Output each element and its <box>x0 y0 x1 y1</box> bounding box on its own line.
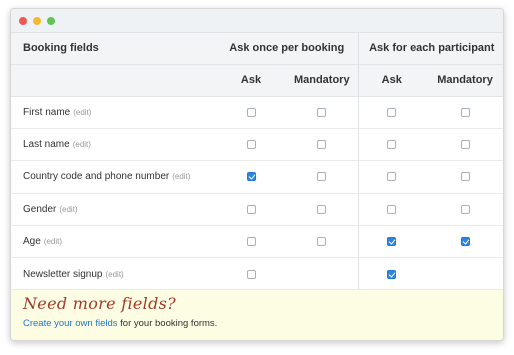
each-mandatory-checkbox[interactable] <box>460 237 470 247</box>
table-row: Last name (edit) <box>11 128 503 162</box>
checkbox-cell <box>357 225 426 259</box>
promo-title: Need more fields? <box>23 294 177 313</box>
each-ask-checkbox[interactable] <box>387 204 397 214</box>
checkbox-cell <box>425 96 503 129</box>
minimize-window-dot[interactable] <box>33 16 41 25</box>
each-ask-checkbox[interactable] <box>387 172 397 182</box>
maximize-window-dot[interactable] <box>47 16 55 25</box>
once-ask-checkbox[interactable] <box>246 237 256 247</box>
checkbox-cell <box>425 128 503 162</box>
each-ask-checkbox[interactable] <box>387 269 397 279</box>
checkbox-cell <box>216 225 286 259</box>
ask-once-group-header: Ask once per booking <box>216 33 359 65</box>
checkbox-cell <box>357 128 426 162</box>
promo-suffix: for your booking forms. <box>117 318 218 329</box>
each-mandatory-checkbox[interactable] <box>460 204 470 214</box>
checkbox-cell <box>216 128 286 162</box>
each-mandatory-header: Mandatory <box>425 64 503 97</box>
field-name: Country code and phone number <box>23 171 170 183</box>
each-ask-header: Ask <box>357 64 426 97</box>
checkbox-cell <box>286 225 359 259</box>
checkbox-cell <box>425 225 503 259</box>
checkbox-cell <box>286 193 359 227</box>
create-fields-link[interactable]: Create your own fields <box>23 318 118 329</box>
field-name-cell: Last name (edit) <box>11 128 216 162</box>
field-name: Newsletter signup <box>23 268 103 280</box>
once-mandatory-checkbox[interactable] <box>317 172 327 182</box>
once-mandatory-checkbox[interactable] <box>317 237 327 247</box>
checkbox-cell <box>216 160 286 194</box>
each-ask-checkbox[interactable] <box>387 107 397 117</box>
field-name: Last name <box>23 139 70 151</box>
checkbox-cell <box>357 193 426 227</box>
checkbox-cell <box>216 96 286 129</box>
edit-field-link[interactable]: (edit) <box>73 108 91 117</box>
once-mandatory-checkbox[interactable] <box>317 107 327 117</box>
checkbox-cell <box>286 96 359 129</box>
checkbox-cell <box>216 193 286 227</box>
field-name: Gender <box>23 203 57 215</box>
promo-text: Create your own fields for your booking … <box>23 318 491 329</box>
title-bar <box>11 9 503 33</box>
empty-header-cell <box>11 64 216 97</box>
once-ask-checkbox[interactable] <box>246 139 256 149</box>
once-ask-checkbox[interactable] <box>246 172 256 182</box>
edit-field-link[interactable]: (edit) <box>73 140 91 149</box>
once-mandatory-checkbox[interactable] <box>317 139 327 149</box>
edit-field-link[interactable]: (edit) <box>44 237 62 246</box>
more-fields-promo: Need more fields? Create your own fields… <box>11 289 503 340</box>
checkbox-cell <box>425 193 503 227</box>
app-window: Booking fields Ask once per booking Ask … <box>10 8 504 341</box>
each-ask-checkbox[interactable] <box>387 237 397 247</box>
each-mandatory-checkbox[interactable] <box>460 107 470 117</box>
field-name-cell: Newsletter signup (edit) <box>11 257 216 291</box>
once-ask-header: Ask <box>216 64 286 97</box>
checkbox-cell <box>286 257 359 291</box>
each-mandatory-checkbox[interactable] <box>460 139 470 149</box>
each-mandatory-checkbox[interactable] <box>460 172 470 182</box>
table-row: Age (edit) <box>11 225 503 259</box>
once-ask-checkbox[interactable] <box>246 269 256 279</box>
once-ask-checkbox[interactable] <box>246 204 256 214</box>
ask-each-group-header: Ask for each participant <box>357 33 503 65</box>
edit-field-link[interactable]: (edit) <box>172 172 190 181</box>
table-row: Country code and phone number (edit) <box>11 160 503 194</box>
checkbox-cell <box>357 96 426 129</box>
once-mandatory-checkbox[interactable] <box>317 204 327 214</box>
once-mandatory-header: Mandatory <box>286 64 359 97</box>
close-window-dot[interactable] <box>19 16 27 25</box>
once-ask-checkbox[interactable] <box>246 107 256 117</box>
booking-fields-header: Booking fields <box>11 33 216 65</box>
checkbox-cell <box>286 160 359 194</box>
field-name: First name <box>23 106 71 118</box>
checkbox-cell <box>357 160 426 194</box>
checkbox-cell <box>425 160 503 194</box>
field-name-cell: Age (edit) <box>11 225 216 259</box>
table-row: Gender (edit) <box>11 193 503 227</box>
field-name-cell: Country code and phone number (edit) <box>11 160 216 194</box>
field-name-cell: First name (edit) <box>11 96 216 129</box>
checkbox-cell <box>357 257 426 291</box>
checkbox-cell <box>286 128 359 162</box>
field-name: Age <box>23 236 41 248</box>
table-row: Newsletter signup (edit) <box>11 257 503 291</box>
checkbox-cell <box>216 257 286 291</box>
each-ask-checkbox[interactable] <box>387 139 397 149</box>
edit-field-link[interactable]: (edit) <box>105 270 123 279</box>
field-name-cell: Gender (edit) <box>11 193 216 227</box>
table-row: First name (edit) <box>11 96 503 129</box>
edit-field-link[interactable]: (edit) <box>59 205 77 214</box>
checkbox-cell <box>425 257 503 291</box>
booking-fields-table: Booking fields Ask once per booking Ask … <box>11 33 503 291</box>
